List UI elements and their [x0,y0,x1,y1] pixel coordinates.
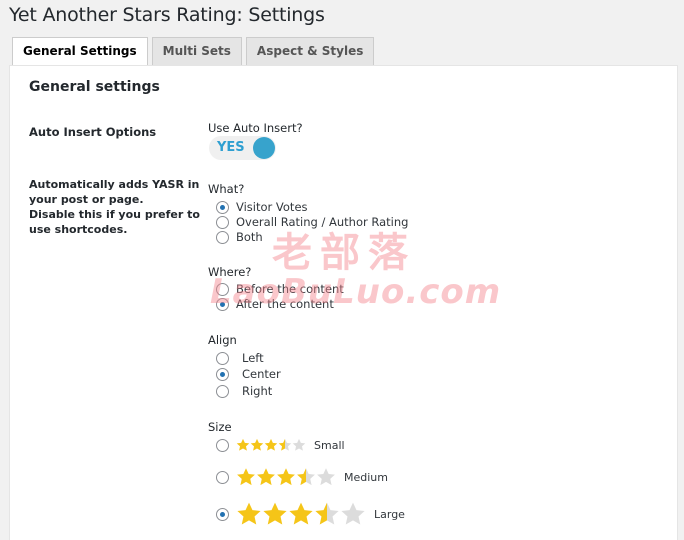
star-icon [263,502,287,525]
align-option-left[interactable]: Left [216,351,264,365]
toggle-knob [253,137,275,159]
radio-align-right[interactable] [216,384,229,398]
radio-align-left[interactable] [216,351,229,365]
settings-panel: General settings Auto Insert Options Aut… [9,65,678,540]
radio-size-medium[interactable] [216,470,229,484]
star-icon [317,468,335,486]
star-icon [292,438,306,451]
where-option-before[interactable]: Before the content [216,282,344,296]
tab-aspect-styles[interactable]: Aspect & Styles [245,37,375,65]
radio-label: Before the content [236,282,344,296]
star-icon [257,468,275,486]
align-label: Align [208,333,237,347]
what-label: What? [208,182,245,196]
section-title: General settings [29,79,160,95]
stars-preview-medium [236,467,336,487]
auto-insert-description: Automatically adds YASR in your post or … [29,177,204,237]
star-icon [278,438,292,451]
tab-general-settings[interactable]: General Settings [12,37,148,66]
radio-label: Both [236,230,263,244]
align-option-right[interactable]: Right [216,384,272,398]
star-icon [277,468,295,486]
star-icon [236,438,250,451]
star-icon [297,468,315,486]
what-option-overall-rating[interactable]: Overall Rating / Author Rating [216,215,408,229]
size-option-large[interactable]: Large [216,500,405,528]
size-label-medium: Medium [344,470,388,484]
radio-label: Center [242,367,281,381]
radio-label: Visitor Votes [236,200,308,214]
star-icon [250,438,264,451]
auto-insert-toggle[interactable]: YES [209,136,276,160]
star-icon [315,502,339,525]
radio-label: Overall Rating / Author Rating [236,215,409,229]
radio-label: Right [242,384,273,398]
radio-size-large[interactable] [216,507,229,521]
radio-size-small[interactable] [216,438,229,452]
toggle-text: YES [217,140,245,155]
star-icon [341,502,365,525]
star-icon [264,438,278,451]
size-label-small: Small [314,438,345,452]
use-auto-insert-label: Use Auto Insert? [208,121,303,135]
star-icon [289,502,313,525]
radio-align-center[interactable] [216,367,229,381]
page-title: Yet Another Stars Rating: Settings [9,4,325,26]
radio-after-content[interactable] [216,297,229,311]
stars-preview-small [236,438,306,452]
tab-multi-sets[interactable]: Multi Sets [151,37,242,65]
stars-preview-large [236,501,366,527]
radio-visitor-votes[interactable] [216,200,229,214]
what-option-both[interactable]: Both [216,230,263,244]
radio-label: After the content [236,297,334,311]
size-label: Size [208,420,232,434]
auto-insert-label: Auto Insert Options [29,125,157,139]
radio-overall-rating[interactable] [216,215,229,229]
auto-insert-desc-line-2: Disable this if you prefer to use shortc… [29,208,200,236]
radio-label: Left [242,351,264,365]
size-label-large: Large [374,507,405,521]
star-icon [237,468,255,486]
align-option-center[interactable]: Center [216,367,281,381]
what-option-visitor-votes[interactable]: Visitor Votes [216,200,308,214]
where-option-after[interactable]: After the content [216,297,334,311]
auto-insert-desc-line-1: Automatically adds YASR in your post or … [29,178,200,206]
settings-tabs: General Settings Multi Sets Aspect & Sty… [12,37,375,66]
where-label: Where? [208,265,252,279]
radio-both[interactable] [216,230,229,244]
size-option-medium[interactable]: Medium [216,466,388,488]
radio-before-content[interactable] [216,282,229,296]
star-icon [237,502,261,525]
size-option-small[interactable]: Small [216,437,345,453]
